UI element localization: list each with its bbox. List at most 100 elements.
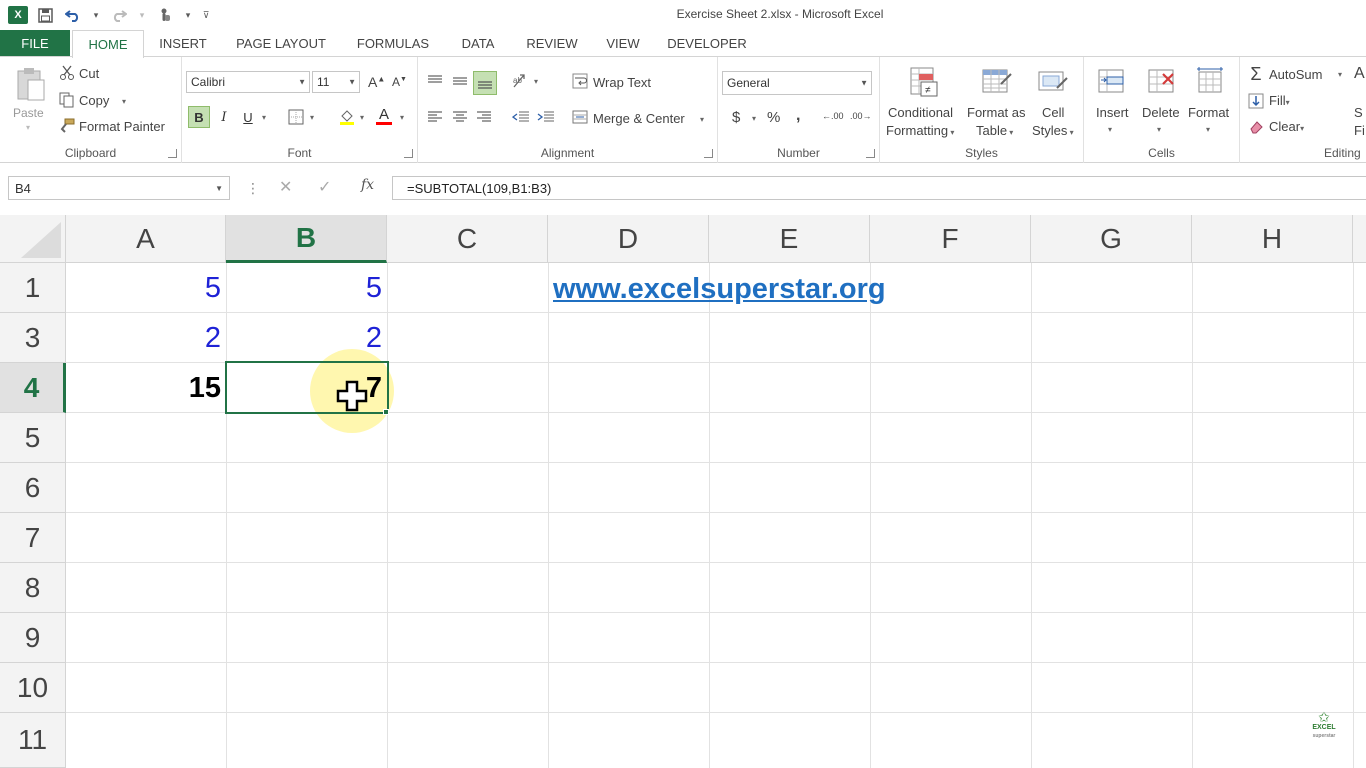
column-header-a[interactable]: A <box>66 215 226 263</box>
column-header-d[interactable]: D <box>548 215 709 263</box>
align-right-icon[interactable] <box>473 107 495 127</box>
tab-insert[interactable]: INSERT <box>150 30 216 57</box>
format-painter-icon[interactable] <box>58 118 76 134</box>
decrease-decimal-button[interactable]: .00→ <box>850 111 872 121</box>
align-bottom-icon[interactable] <box>473 71 497 95</box>
conditional-formatting-icon[interactable]: ≠ <box>906 65 940 99</box>
currency-dropdown-icon[interactable]: ▾ <box>752 114 756 123</box>
borders-dropdown-icon[interactable]: ▾ <box>310 113 314 122</box>
fill-label[interactable]: Fill▾ <box>1269 93 1290 108</box>
shrink-font-button[interactable]: A▼ <box>392 75 407 89</box>
select-all-button[interactable] <box>0 215 66 263</box>
paste-label[interactable]: Paste <box>13 106 44 120</box>
row-header-10[interactable]: 10 <box>0 663 66 713</box>
fill-icon[interactable] <box>1247 92 1265 110</box>
cell-styles-label-2[interactable]: Styles ▾ <box>1032 123 1074 138</box>
formula-input[interactable]: =SUBTOTAL(109,B1:B3) <box>392 176 1366 200</box>
format-dropdown-icon[interactable]: ▾ <box>1206 125 1210 134</box>
tab-formulas[interactable]: FORMULAS <box>348 30 438 57</box>
cell-styles-label-1[interactable]: Cell <box>1042 105 1064 120</box>
sort-filter-label-2[interactable]: Fi <box>1354 123 1365 138</box>
column-header-c[interactable]: C <box>387 215 548 263</box>
name-box[interactable]: B4 ▼ <box>8 176 230 200</box>
paste-dropdown-icon[interactable]: ▾ <box>26 123 30 132</box>
column-header-f[interactable]: F <box>870 215 1031 263</box>
increase-decimal-button[interactable]: ←.00 <box>822 111 844 121</box>
cell-a4[interactable]: 15 <box>66 363 226 413</box>
merge-center-label[interactable]: Merge & Center <box>593 111 685 126</box>
merge-dropdown-icon[interactable]: ▾ <box>700 115 704 124</box>
paste-icon[interactable] <box>14 65 48 103</box>
fill-handle[interactable] <box>383 409 389 415</box>
delete-dropdown-icon[interactable]: ▾ <box>1157 125 1161 134</box>
italic-button[interactable]: I <box>214 106 234 128</box>
row-header-7[interactable]: 7 <box>0 513 66 563</box>
bold-button[interactable]: B <box>188 106 210 128</box>
underline-dropdown-icon[interactable]: ▾ <box>262 113 266 122</box>
align-center-icon[interactable] <box>449 107 471 127</box>
alignment-launcher-icon[interactable] <box>704 149 713 158</box>
cell-a1[interactable]: 5 <box>66 263 226 313</box>
tab-review[interactable]: REVIEW <box>518 30 586 57</box>
column-header-g[interactable]: G <box>1031 215 1192 263</box>
copy-icon[interactable] <box>58 92 76 108</box>
fill-color-icon[interactable] <box>336 106 358 128</box>
insert-cells-icon[interactable] <box>1096 65 1128 97</box>
sort-filter-label[interactable]: S <box>1354 105 1363 120</box>
format-as-table-label-2[interactable]: Table ▾ <box>976 123 1013 138</box>
row-header-9[interactable]: 9 <box>0 613 66 663</box>
clipboard-launcher-icon[interactable] <box>168 149 177 158</box>
decrease-indent-icon[interactable] <box>510 107 532 127</box>
tab-view[interactable]: VIEW <box>598 30 648 57</box>
cancel-icon[interactable]: ✕ <box>279 177 292 197</box>
row-header-11[interactable]: 11 <box>0 713 66 768</box>
delete-cells-icon[interactable] <box>1146 65 1178 97</box>
column-header-h[interactable]: H <box>1192 215 1353 263</box>
row-header-4[interactable]: 4 <box>0 363 66 413</box>
number-launcher-icon[interactable] <box>866 149 875 158</box>
cell-a3[interactable]: 2 <box>66 313 226 363</box>
conditional-formatting-label-1[interactable]: Conditional <box>888 105 953 120</box>
clear-label[interactable]: Clear▾ <box>1269 119 1304 134</box>
grow-font-button[interactable]: A▲ <box>368 74 385 90</box>
font-size-dropdown[interactable]: 11 ▼ <box>312 71 360 93</box>
wrap-text-icon[interactable] <box>570 71 590 91</box>
format-as-table-label-1[interactable]: Format as <box>967 105 1026 120</box>
wrap-text-label[interactable]: Wrap Text <box>593 75 651 90</box>
autosum-icon[interactable]: Σ <box>1246 64 1266 84</box>
cut-label[interactable]: Cut <box>79 66 99 81</box>
increase-indent-icon[interactable] <box>535 107 557 127</box>
orientation-dropdown-icon[interactable]: ▾ <box>534 77 538 86</box>
tab-data[interactable]: DATA <box>450 30 506 57</box>
row-header-1[interactable]: 1 <box>0 263 66 313</box>
tab-page-layout[interactable]: PAGE LAYOUT <box>226 30 336 57</box>
tab-file[interactable]: FILE <box>0 30 70 57</box>
currency-button[interactable]: $ <box>732 109 740 126</box>
row-header-8[interactable]: 8 <box>0 563 66 613</box>
align-top-icon[interactable] <box>424 71 446 91</box>
cell-d1-hyperlink[interactable]: www.excelsuperstar.org <box>553 273 886 306</box>
clear-eraser-icon[interactable] <box>1247 118 1265 136</box>
row-header-5[interactable]: 5 <box>0 413 66 463</box>
autosum-dropdown-icon[interactable]: ▾ <box>1338 70 1342 79</box>
formula-bar-resize-handle[interactable]: ⋮ <box>246 180 260 197</box>
cut-icon[interactable] <box>58 65 76 81</box>
underline-button[interactable]: U <box>238 106 258 128</box>
comma-button[interactable]: , <box>796 107 800 125</box>
copy-dropdown-icon[interactable]: ▾ <box>122 97 126 106</box>
column-header-i[interactable] <box>1353 215 1366 263</box>
tab-developer[interactable]: DEVELOPER <box>660 30 754 57</box>
font-name-dropdown[interactable]: Calibri ▼ <box>186 71 310 93</box>
cell-b1[interactable]: 5 <box>226 263 387 313</box>
font-launcher-icon[interactable] <box>404 149 413 158</box>
format-as-table-icon[interactable] <box>980 65 1014 99</box>
tab-home[interactable]: HOME <box>72 30 144 58</box>
column-header-b[interactable]: B <box>226 215 387 263</box>
font-color-icon[interactable]: A <box>374 104 394 128</box>
font-color-dropdown-icon[interactable]: ▾ <box>400 113 404 122</box>
insert-cells-label[interactable]: Insert <box>1096 105 1129 120</box>
orientation-icon[interactable]: ab <box>510 71 532 91</box>
format-painter-label[interactable]: Format Painter <box>79 119 165 134</box>
cell-styles-icon[interactable] <box>1036 65 1070 99</box>
align-middle-icon[interactable] <box>449 71 471 91</box>
